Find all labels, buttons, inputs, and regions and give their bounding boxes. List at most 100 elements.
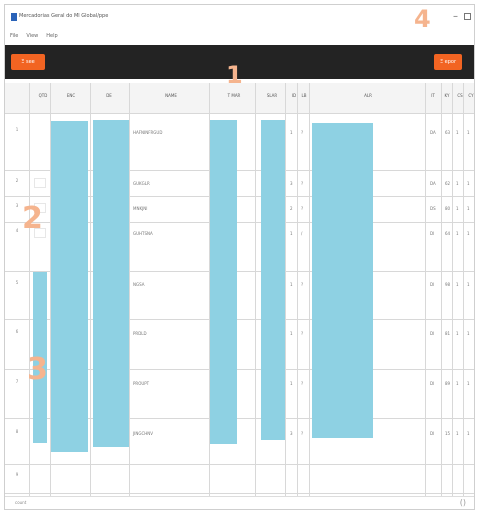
cs-cell: 1: [456, 331, 459, 336]
cy-cell: 1: [467, 381, 470, 386]
row-number: 9: [15, 472, 19, 477]
column-divider: [441, 83, 442, 503]
id-cell: 1: [290, 331, 293, 336]
lb-cell: ?: [301, 331, 304, 336]
row-number: 5: [15, 280, 19, 285]
header-slar: SLAR: [266, 93, 278, 98]
window-title: Mercadorias Geral do Ml Global/ppe: [19, 13, 109, 19]
redacted-slar-column: [261, 120, 285, 440]
name-cell: PRDLD: [133, 331, 147, 336]
ky-cell: 62: [445, 181, 451, 186]
row-checkbox[interactable]: [34, 178, 46, 188]
name-cell: NGSA: [133, 282, 145, 287]
it-cell: DS: [430, 206, 436, 211]
it-cell: DI: [430, 282, 435, 287]
cs-cell: 1: [456, 231, 459, 236]
name-cell: MNKJNI: [133, 206, 148, 211]
menu-view[interactable]: View: [26, 33, 38, 39]
marker-2: 2: [22, 201, 43, 236]
header-alr: ALR: [364, 93, 372, 98]
lb-cell: /: [301, 231, 303, 236]
menu-file[interactable]: File: [10, 33, 18, 39]
header-t-mar: T MAR: [227, 93, 241, 98]
row-divider: [5, 493, 474, 494]
app-icon: [11, 13, 17, 21]
ky-cell: 15: [445, 431, 451, 436]
cs-cell: 1: [456, 130, 459, 135]
header-name: NAME: [165, 93, 177, 98]
id-cell: 1: [290, 381, 293, 386]
id-cell: 1: [290, 231, 293, 236]
cs-cell: 1: [456, 206, 459, 211]
data-grid: QTD ENC DE NAME T MAR SLAR ID LB ALR IT …: [5, 83, 474, 505]
id-cell: 2: [290, 206, 293, 211]
status-bar: count (): [5, 496, 474, 509]
redacted-t-mar-column: [210, 120, 237, 444]
column-divider: [90, 83, 91, 503]
column-divider: [463, 83, 464, 503]
ky-cell: 64: [445, 231, 451, 236]
app-window: Mercadorias Geral do Ml Global/ppe – Fil…: [4, 4, 475, 510]
row-number: 8: [15, 429, 19, 434]
column-divider: [129, 83, 130, 503]
cy-cell: 1: [467, 431, 470, 436]
ky-cell: 98: [445, 282, 451, 287]
toolbar-right-button[interactable]: Ξ epor: [434, 54, 462, 70]
lb-cell: ?: [301, 181, 304, 186]
maximize-button[interactable]: [464, 13, 471, 20]
ky-cell: 81: [445, 331, 451, 336]
row-divider: [5, 113, 474, 114]
cs-cell: 1: [456, 181, 459, 186]
title-bar: Mercadorias Geral do Ml Global/ppe –: [5, 5, 474, 29]
it-cell: DI: [430, 381, 435, 386]
menu-help[interactable]: Help: [46, 33, 57, 39]
cy-cell: 1: [467, 130, 470, 135]
column-divider: [297, 83, 298, 503]
column-divider: [425, 83, 426, 503]
id-cell: 3: [290, 431, 293, 436]
it-cell: DI: [430, 231, 435, 236]
header-lb: LB: [301, 93, 307, 98]
cy-cell: 1: [467, 331, 470, 336]
marker-4: 4: [414, 5, 431, 33]
it-cell: DA: [430, 130, 436, 135]
name-cell: GUHTSNA: [133, 231, 153, 236]
it-cell: DI: [430, 331, 435, 336]
ky-cell: 89: [445, 381, 451, 386]
cy-cell: 1: [467, 282, 470, 287]
lb-cell: ?: [301, 431, 304, 436]
header-it: IT: [431, 93, 435, 98]
header-ky: KY: [444, 93, 450, 98]
lb-cell: ?: [301, 206, 304, 211]
lb-cell: ?: [301, 130, 304, 135]
cs-cell: 1: [456, 431, 459, 436]
redacted-alr-column: [312, 123, 373, 438]
name-cell: HAFNINFRGUD: [133, 130, 163, 135]
id-cell: 1: [290, 130, 293, 135]
id-cell: 3: [290, 181, 293, 186]
column-divider: [29, 83, 30, 503]
menu-bar: File View Help: [10, 33, 58, 39]
name-cell: JINGCHNV: [133, 431, 153, 436]
column-divider: [309, 83, 310, 503]
ky-cell: 80: [445, 206, 451, 211]
lb-cell: ?: [301, 381, 304, 386]
row-number: 1: [15, 127, 19, 132]
ky-cell: 63: [445, 130, 451, 135]
toolbar-left-button[interactable]: Ξ see: [11, 54, 45, 70]
lb-cell: ?: [301, 282, 304, 287]
column-divider: [452, 83, 453, 503]
status-right: (): [459, 498, 466, 507]
it-cell: DI: [430, 431, 435, 436]
minimize-button[interactable]: –: [453, 11, 458, 22]
name-cell: PROUPT: [133, 381, 150, 386]
table-header: QTD ENC DE NAME T MAR SLAR ID LB ALR IT …: [5, 83, 474, 114]
redacted-de-column: [93, 120, 129, 447]
name-cell: GUKGLR: [133, 181, 150, 186]
marker-3: 3: [27, 352, 48, 387]
cs-cell: 1: [456, 381, 459, 386]
cy-cell: 1: [467, 206, 470, 211]
row-divider: [5, 464, 474, 465]
row-number: 6: [15, 329, 19, 334]
it-cell: DA: [430, 181, 436, 186]
